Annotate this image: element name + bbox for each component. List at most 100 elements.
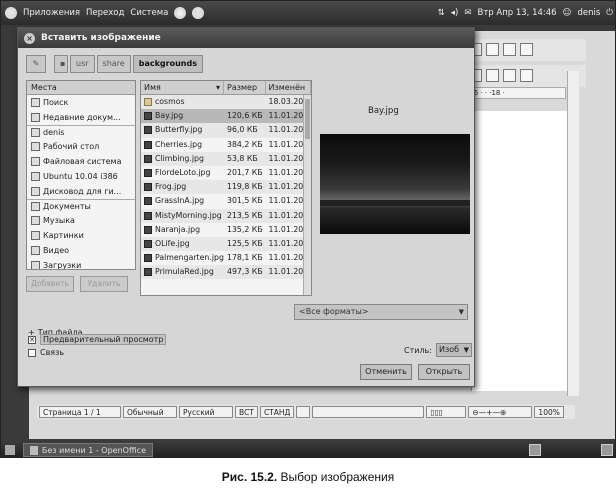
file-name: Palmengarten.jpg (155, 253, 224, 263)
file-list: Имя ▾ Размер Изменён cosmos 18.03.2010 Bay… (140, 80, 312, 296)
column-size[interactable]: Размер (224, 81, 266, 94)
style-label: Стиль: (404, 345, 432, 355)
place-documents[interactable]: Документы (27, 198, 135, 214)
path-button-usr[interactable]: usr (70, 55, 95, 73)
file-row[interactable]: Naranja.jpg 135,2 КБ 11.01.2010 (141, 223, 311, 237)
file-size: 120,6 КБ (227, 111, 263, 121)
user-name[interactable]: denis (577, 8, 600, 18)
file-row[interactable]: Bay.jpg 120,6 КБ 11.01.2010 (141, 109, 311, 124)
open-button[interactable]: Открыть (418, 364, 470, 380)
file-list-scrollbar[interactable] (303, 95, 311, 295)
place-downloads[interactable]: Загрузки (27, 258, 135, 270)
ubuntu-logo-icon[interactable]: ✲ (5, 7, 17, 19)
menu-places[interactable]: Переход (86, 8, 124, 18)
file-name-cell: GrassInA.jpg (141, 194, 224, 208)
file-row[interactable]: Frog.jpg 119,8 КБ 11.01.2010 (141, 180, 311, 195)
taskbar-item-writer[interactable]: Без имени 1 - OpenOffice.o... (23, 443, 153, 457)
file-size: 125,5 КБ (227, 238, 263, 248)
place-search[interactable]: Поиск (27, 95, 135, 110)
image-preview (320, 134, 470, 234)
file-row[interactable]: PrimulaRed.jpg 497,3 КБ 11.01.2010 (141, 265, 311, 280)
figure-title: Выбор изображения (277, 470, 395, 484)
close-icon[interactable]: × (24, 32, 35, 44)
preview-checkbox[interactable]: ✕ (28, 335, 36, 344)
place-home[interactable]: denis (27, 124, 135, 140)
format-filter-select[interactable]: <Все форматы> ▼ (294, 304, 468, 320)
figure-number: Рис. 15.2. (221, 470, 278, 484)
path-root-button[interactable]: ▪ (54, 55, 68, 73)
file-row[interactable]: Cherries.jpg 384,2 КБ 11.01.2010 (141, 138, 311, 152)
status-style[interactable]: Обычный (123, 406, 177, 418)
file-row[interactable]: FlordeLoto.jpg 201,7 КБ 11.01.2010 (141, 166, 311, 180)
workspace-switcher-icon[interactable] (529, 444, 541, 456)
file-size: 213,5 КБ (227, 210, 263, 220)
link-checkbox-row[interactable]: Связь (28, 348, 64, 357)
file-name-cell: Butterfly.jpg (141, 123, 224, 137)
place-label: Загрузки (43, 260, 82, 270)
file-row[interactable]: OLife.jpg 125,5 КБ 11.01.2010 (141, 236, 311, 252)
toolbar-button-icon[interactable] (503, 43, 516, 56)
file-row[interactable]: Palmengarten.jpg 178,1 КБ 11.01.2010 (141, 251, 311, 265)
place-floppy[interactable]: Дисковод для ги... (27, 184, 135, 199)
file-name-cell: OLife.jpg (141, 237, 224, 251)
clock[interactable]: Втр Апр 13, 14:46 (478, 8, 557, 18)
place-desktop[interactable]: Рабочий стол (27, 139, 135, 154)
preview-checkbox-row[interactable]: ✕ Предварительный просмотр (28, 334, 167, 345)
file-row[interactable]: MistyMorning.jpg 213,5 КБ 11.01.2010 (141, 208, 311, 223)
document-vertical-scrollbar[interactable] (567, 71, 579, 396)
toolbar-button-icon[interactable] (520, 43, 533, 56)
add-place-button[interactable]: Добавить (26, 276, 74, 292)
menu-applications[interactable]: Приложения (23, 8, 80, 18)
indent-icon[interactable] (520, 69, 533, 82)
status-insert-mode[interactable]: ВСТ (235, 406, 258, 418)
screenshot: ✲ Приложения Переход Система ● ? ⇅ ◂) ✉ … (0, 0, 616, 458)
trash-icon[interactable] (601, 444, 613, 456)
network-icon[interactable]: ⇅ (438, 8, 445, 18)
list-icon[interactable] (503, 69, 516, 82)
place-videos[interactable]: Видео (27, 243, 135, 258)
show-desktop-icon[interactable] (5, 445, 15, 455)
edit-location-button[interactable]: ✎ (26, 55, 46, 73)
path-button-share[interactable]: share (96, 55, 131, 73)
power-icon[interactable]: ⏻ (606, 8, 613, 18)
image-file-icon (144, 254, 152, 263)
toolbar-button-icon[interactable] (486, 43, 499, 56)
file-size: 53,8 КБ (227, 153, 258, 163)
place-filesystem[interactable]: Файловая система (27, 154, 135, 169)
status-language[interactable]: Русский (179, 406, 233, 418)
zoom-slider[interactable]: ⊖—+—⊕ (468, 406, 533, 418)
volume-icon[interactable]: ◂) (451, 8, 459, 18)
file-size: 96,0 КБ (227, 125, 258, 135)
scrollbar-thumb[interactable] (305, 99, 310, 139)
view-layout-icon[interactable]: ▯▯▯ (426, 406, 467, 418)
status-zoom[interactable]: 100% (534, 406, 564, 418)
place-pictures[interactable]: Картинки (27, 228, 135, 243)
link-checkbox[interactable] (28, 348, 36, 357)
top-panel: ✲ Приложения Переход Система ● ? ⇅ ◂) ✉ … (1, 1, 615, 25)
file-row[interactable]: Climbing.jpg 53,8 КБ 11.01.2010 (141, 151, 311, 166)
menu-system[interactable]: Система (130, 8, 168, 18)
dialog-titlebar[interactable]: × Вставить изображение (18, 28, 474, 48)
help-icon[interactable]: ? (192, 7, 205, 19)
mail-icon[interactable]: ✉ (464, 8, 471, 18)
file-row[interactable]: cosmos 18.03.2010 (141, 95, 311, 110)
places-header[interactable]: Места (27, 81, 135, 95)
file-size (224, 95, 266, 109)
column-name[interactable]: Имя ▾ (141, 81, 224, 94)
image-file-icon (144, 183, 152, 192)
place-ubuntu-cd[interactable]: Ubuntu 10.04 i386 (27, 169, 135, 184)
place-music[interactable]: Музыка (27, 213, 135, 228)
file-row[interactable]: GrassInA.jpg 301,5 КБ 11.01.2010 (141, 194, 311, 208)
firefox-icon[interactable]: ● (174, 7, 187, 19)
remove-place-button[interactable]: Удалить (80, 276, 128, 292)
file-name: FlordeLoto.jpg (155, 168, 211, 178)
cancel-button[interactable]: Отменить (360, 364, 412, 380)
status-selection-mode[interactable]: СТАНД (259, 406, 295, 418)
place-recent[interactable]: Недавние докум... (27, 110, 135, 125)
file-row[interactable]: Butterfly.jpg 96,0 КБ 11.01.2010 (141, 123, 311, 138)
path-button-backgrounds[interactable]: backgrounds (132, 55, 203, 73)
column-modified[interactable]: Изменён (266, 81, 311, 94)
align-right-icon[interactable] (486, 69, 499, 82)
document-page[interactable] (471, 111, 571, 391)
style-select[interactable]: Изоб ▼ (435, 343, 472, 357)
